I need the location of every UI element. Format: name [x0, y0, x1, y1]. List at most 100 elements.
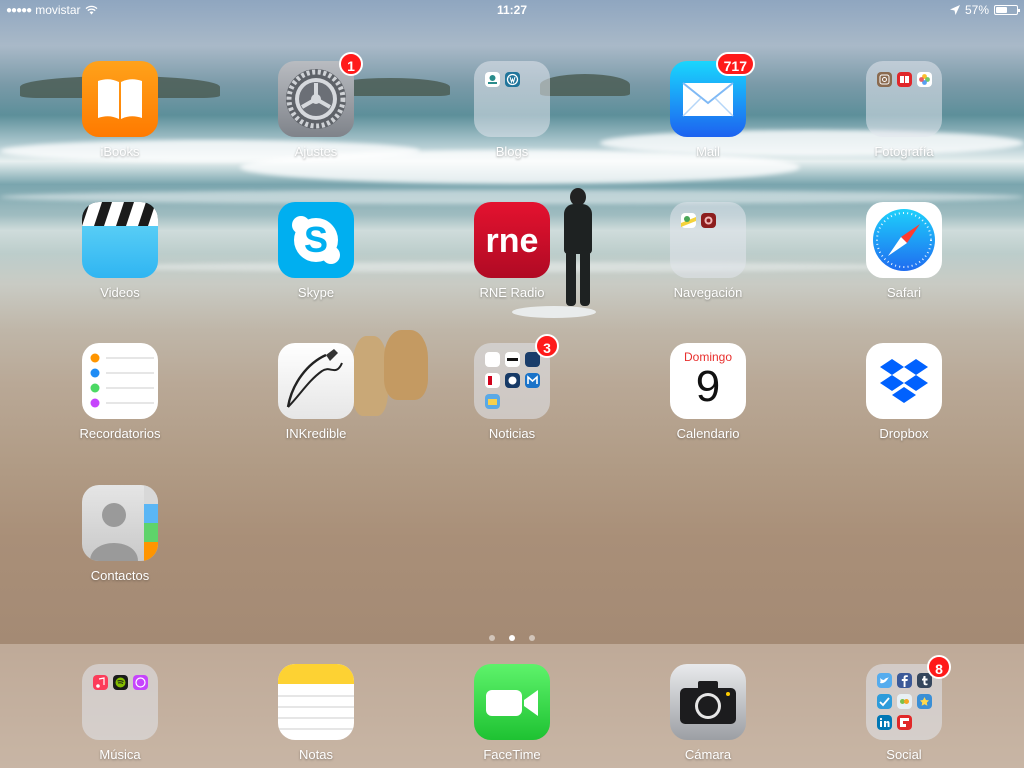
app-label: Música	[99, 747, 141, 762]
app-label: Notas	[299, 747, 333, 762]
google-maps-icon	[681, 213, 696, 228]
notification-badge: 1	[339, 52, 363, 76]
notification-badge: 717	[715, 52, 755, 76]
calendar-icon[interactable]: Domingo 9	[670, 343, 746, 419]
folder-noticias[interactable]: 3 Noticias	[452, 334, 572, 441]
page-dot[interactable]	[529, 635, 536, 641]
facetime-camera-icon[interactable]	[474, 664, 550, 740]
battery-icon	[994, 5, 1020, 15]
svg-text:S: S	[304, 219, 328, 260]
photos-icon	[917, 72, 932, 87]
news-app-icon	[485, 373, 500, 388]
app-label: Skype	[297, 285, 335, 300]
checkin-app-icon	[877, 694, 892, 709]
music-app-icon	[93, 675, 108, 690]
app-rne-radio[interactable]: rne RNE Radio	[452, 202, 572, 300]
inkredible-pen-icon[interactable]	[278, 343, 354, 419]
app-inkredible[interactable]: INKredible	[256, 343, 376, 441]
contacts-icon[interactable]	[82, 485, 158, 561]
app-label: INKredible	[285, 426, 347, 441]
app-recordatorios[interactable]: Recordatorios	[60, 343, 180, 441]
app-label: Safari	[887, 285, 921, 300]
app-videos[interactable]: Videos	[60, 202, 180, 300]
folder-icon[interactable]	[670, 202, 746, 278]
app-label: Contactos	[90, 568, 150, 583]
social-app-icon	[917, 694, 932, 709]
surfboard	[512, 306, 596, 318]
battery-percent: 57%	[964, 3, 989, 17]
flipboard-icon	[897, 715, 912, 730]
linkedin-icon	[877, 715, 892, 730]
folder-blogs[interactable]: Blogs	[452, 61, 572, 159]
reminders-list-icon[interactable]	[82, 343, 158, 419]
instagram-icon	[877, 72, 892, 87]
page-dot[interactable]	[488, 635, 495, 641]
el-pais-icon	[505, 352, 520, 367]
app-label: Fotografía	[874, 144, 934, 159]
page-dot-current[interactable]	[509, 635, 515, 641]
status-bar: ●●●●● movistar 11:27 57%	[0, 0, 1024, 20]
app-label: Blogs	[495, 144, 529, 159]
location-arrow-icon	[949, 5, 960, 15]
folder-icon[interactable]: 8	[866, 655, 951, 740]
photo-booth-icon	[897, 72, 912, 87]
folder-icon[interactable]	[474, 61, 550, 137]
app-ajustes[interactable]: 1 Ajustes	[256, 52, 376, 159]
app-skype[interactable]: S Skype	[256, 202, 376, 300]
app-ibooks[interactable]: iBooks	[60, 61, 180, 159]
app-label: RNE Radio	[479, 285, 545, 300]
news-app-icon	[485, 352, 500, 367]
dropbox-icon[interactable]	[866, 343, 942, 419]
folder-icon[interactable]: 3	[474, 334, 559, 419]
app-label: iBooks	[100, 144, 140, 159]
folder-fotografia[interactable]: Fotografía	[844, 61, 964, 159]
rne-logo-text: rne	[486, 222, 539, 260]
mail-envelope-icon[interactable]: 717	[670, 52, 755, 137]
status-time: 11:27	[496, 3, 528, 17]
app-label: Social	[886, 747, 922, 762]
app-contactos[interactable]: Contactos	[60, 485, 180, 583]
app-label: Cámara	[684, 747, 732, 762]
notification-badge: 3	[535, 334, 559, 358]
app-mail[interactable]: 717 Mail	[648, 52, 768, 159]
app-calendario[interactable]: Domingo 9 Calendario	[648, 343, 768, 441]
camera-icon[interactable]	[670, 664, 746, 740]
app-safari[interactable]: Safari	[844, 202, 964, 300]
app-label: Dropbox	[879, 426, 929, 441]
folder-icon[interactable]	[82, 664, 158, 740]
app-label: Noticias	[488, 426, 536, 441]
navigation-app-icon	[701, 213, 716, 228]
app-label: Mail	[696, 144, 720, 159]
app-label: Recordatorios	[79, 426, 161, 441]
videos-clapper-icon[interactable]	[82, 202, 158, 278]
app-label: Calendario	[676, 426, 740, 441]
folder-icon[interactable]	[866, 61, 942, 137]
app-label: FaceTime	[483, 747, 541, 762]
app-camara[interactable]: Cámara	[648, 664, 768, 762]
notes-icon[interactable]	[278, 664, 354, 740]
rne-logo-icon[interactable]: rne	[474, 202, 550, 278]
app-notas[interactable]: Notas	[256, 664, 376, 762]
twitter-icon	[877, 673, 892, 688]
news-app-icon	[485, 394, 500, 409]
safari-compass-icon[interactable]	[866, 202, 942, 278]
news-app-icon	[525, 373, 540, 388]
skype-icon[interactable]: S	[278, 202, 354, 278]
wordpress-icon	[505, 72, 520, 87]
app-facetime[interactable]: FaceTime	[452, 664, 572, 762]
folder-social[interactable]: 8 Social	[844, 655, 964, 762]
app-dropbox[interactable]: Dropbox	[844, 343, 964, 441]
folder-musica[interactable]: Música	[60, 664, 180, 762]
app-label: Navegación	[673, 285, 743, 300]
app-label: Videos	[100, 285, 140, 300]
spotify-icon	[113, 675, 128, 690]
facebook-icon	[897, 673, 912, 688]
settings-gear-icon[interactable]: 1	[278, 52, 363, 137]
social-app-icon	[897, 694, 912, 709]
news-app-icon	[505, 373, 520, 388]
app-label: Ajustes	[294, 144, 338, 159]
ibooks-icon[interactable]	[82, 61, 158, 137]
blog-app-icon	[485, 72, 500, 87]
notification-badge: 8	[927, 655, 951, 679]
folder-navegacion[interactable]: Navegación	[648, 202, 768, 300]
